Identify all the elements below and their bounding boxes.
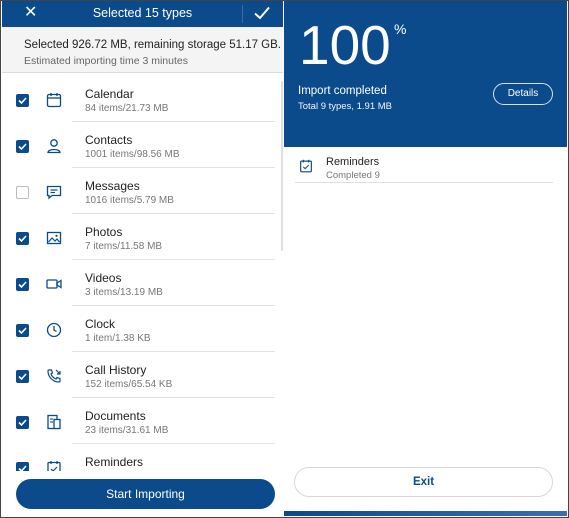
item-meta: 3 items/13.19 MB [85,287,163,298]
item-name: Messages [85,179,140,193]
item-name: Call History [85,363,147,377]
checkbox[interactable] [16,94,29,107]
checkbox[interactable] [16,232,29,245]
data-type-list: Calendar 84 items/21.73 MB Contacts 1001… [2,76,283,471]
item-meta: 1016 items/5.79 MB [85,195,174,206]
reminder-icon [300,159,312,173]
item-meta: 7 items/11.58 MB [85,241,163,252]
list-item-clock[interactable]: Clock 1 item/1.38 KB [2,306,283,352]
video-icon [46,279,62,289]
import-status-header: 100 % Import completed Total 9 types, 1.… [284,1,567,147]
import-status: Import completed [298,85,387,97]
header-separator [242,5,243,23]
photo-icon [46,231,62,245]
estimated-time: Estimated importing time 3 minutes [24,55,188,67]
progress-percent: 100 [299,14,391,76]
item-name: Calendar [85,87,134,101]
checkbox[interactable] [16,462,29,471]
calendar-icon [46,93,62,108]
scrollbar[interactable] [281,81,283,251]
clock-icon [46,322,62,338]
percent-sign: % [394,21,407,37]
checkbox[interactable] [16,140,29,153]
list-item-calendar[interactable]: Calendar 84 items/21.73 MB [2,76,283,122]
item-name: Documents [85,409,146,423]
message-icon [46,185,62,200]
call-history-icon [47,369,61,383]
selection-summary: Selected 926.72 MB, remaining storage 51… [2,27,283,73]
item-name: Reminders [85,455,144,469]
item-name: Videos [85,271,122,285]
completed-item-name: Reminders [326,156,380,168]
import-total: Total 9 types, 1.91 MB [298,101,392,112]
list-item-videos[interactable]: Videos 3 items/13.19 MB [2,260,283,306]
bottom-strip [284,511,567,516]
item-meta: 84 items/21.73 MB [85,103,169,114]
list-item-photos[interactable]: Photos 7 items/11.58 MB [2,214,283,260]
selection-header: ✕ Selected 15 types [2,1,283,27]
selection-title: Selected 15 types [92,6,193,20]
storage-summary: Selected 926.72 MB, remaining storage 51… [24,39,281,51]
item-meta: 152 items/65.54 KB [85,379,173,390]
reminder-icon [47,461,61,471]
list-item-call-history[interactable]: Call History 152 items/65.54 KB [2,352,283,398]
import-result-panel: 100 % Import completed Total 9 types, 1.… [284,1,567,516]
checkbox[interactable] [16,186,29,199]
checkbox[interactable] [16,370,29,383]
contact-icon [47,139,61,154]
item-name: Contacts [85,133,133,147]
document-icon [47,414,61,430]
start-importing-button[interactable]: Start Importing [16,479,275,509]
exit-button[interactable]: Exit [294,467,553,497]
checkbox[interactable] [16,416,29,429]
item-meta: 1 item/1.38 KB [85,333,151,344]
item-meta: 23 items/31.61 MB [85,425,169,436]
list-item-messages[interactable]: Messages 1016 items/5.79 MB [2,168,283,214]
list-item-reminders[interactable]: Reminders [2,444,283,471]
selection-panel: ✕ Selected 15 types Selected 926.72 MB, … [2,1,283,516]
item-name: Photos [85,225,123,239]
item-meta: 1001 items/98.56 MB [85,149,180,160]
item-name: Clock [85,317,116,331]
checkbox[interactable] [16,324,29,337]
completed-item-status: Completed 9 [326,170,380,181]
list-item-contacts[interactable]: Contacts 1001 items/98.56 MB [2,122,283,168]
completed-list-item[interactable]: Reminders Completed 9 [295,151,553,183]
list-item-documents[interactable]: Documents 23 items/31.61 MB [2,398,283,444]
details-button[interactable]: Details [493,83,553,105]
check-icon[interactable] [252,3,272,23]
checkbox[interactable] [16,278,29,291]
